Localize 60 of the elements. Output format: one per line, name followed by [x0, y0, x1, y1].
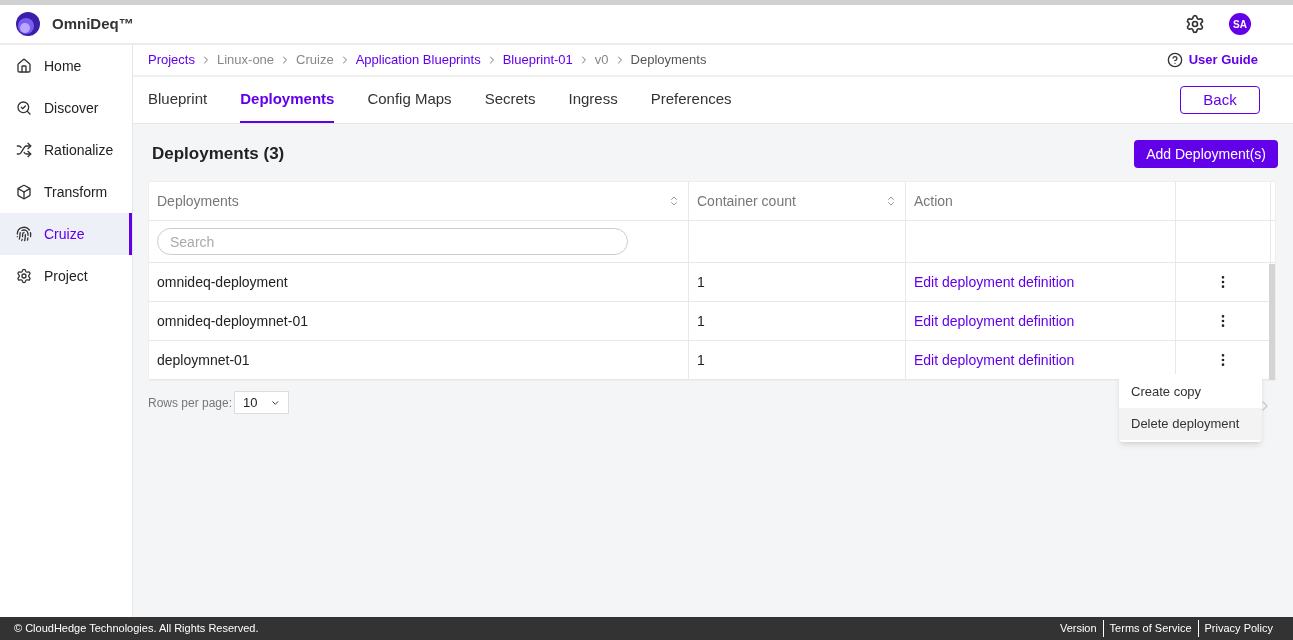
- help-icon: [1166, 52, 1183, 68]
- footer-link[interactable]: Privacy Policy: [1197, 620, 1279, 637]
- settings-icon[interactable]: [1185, 14, 1205, 34]
- gear-icon: [16, 268, 32, 284]
- menu-item[interactable]: Create copy: [1119, 376, 1262, 408]
- sidebar-item[interactable]: Project: [0, 255, 132, 297]
- rows-per-page-label: Rows per page:: [148, 394, 233, 412]
- breadcrumb-link[interactable]: Projects: [148, 50, 195, 70]
- home-icon: [16, 58, 32, 74]
- back-button[interactable]: Back: [1180, 86, 1260, 114]
- add-deployment-button[interactable]: Add Deployment(s): [1134, 140, 1278, 168]
- table-cell-text: 1: [697, 350, 705, 370]
- breadcrumb-link[interactable]: Application Blueprints: [355, 50, 481, 70]
- section-title: Deployments (3): [152, 143, 285, 166]
- tab[interactable]: Preferences: [650, 77, 732, 123]
- table-cell-text: deploymnet-01: [157, 350, 250, 370]
- rows-per-page-select[interactable]: 10: [234, 391, 290, 414]
- user-guide-link[interactable]: User Guide: [1188, 50, 1258, 70]
- breadcrumb-link[interactable]: Blueprint-01: [502, 50, 573, 70]
- fingerprint-icon: [16, 226, 32, 242]
- brand-name: OmniDeq™: [52, 13, 134, 34]
- column-header[interactable]: Container count: [689, 182, 906, 220]
- sort-icon[interactable]: [885, 195, 897, 207]
- table-cell-text: 1: [697, 311, 705, 331]
- footer-link[interactable]: Terms of Service: [1102, 620, 1198, 637]
- shuffle-icon: [16, 142, 32, 158]
- search-field[interactable]: Search: [157, 228, 628, 255]
- cube-icon: [16, 184, 32, 200]
- column-title: Container count: [697, 191, 796, 211]
- breadcrumb-item: Linux-one: [216, 51, 275, 70]
- column-header[interactable]: Deployments: [149, 182, 689, 220]
- footer-link[interactable]: Version: [1053, 620, 1103, 637]
- tab[interactable]: Deployments: [240, 77, 335, 123]
- sort-icon[interactable]: [668, 195, 680, 207]
- tab[interactable]: Ingress: [568, 77, 618, 123]
- edit-link[interactable]: Edit deployment definition: [914, 349, 1075, 371]
- breadcrumb-item: v0: [594, 51, 609, 70]
- sidebar-item[interactable]: Cruize: [0, 213, 132, 255]
- sidebar-item[interactable]: Home: [0, 45, 132, 87]
- avatar[interactable]: SA: [1229, 13, 1251, 35]
- magnifier-icon: [16, 100, 32, 116]
- tab[interactable]: Config Maps: [367, 77, 452, 123]
- tab[interactable]: Blueprint: [148, 77, 208, 123]
- breadcrumb-item: Cruize: [296, 51, 334, 70]
- sidebar-item[interactable]: Discover: [0, 87, 132, 129]
- edit-link[interactable]: Edit deployment definition: [914, 310, 1075, 332]
- table-cell-text: 1: [697, 272, 705, 292]
- copyright-text: © CloudHedge Technologies. All Rights Reserved.: [14, 621, 259, 637]
- edit-link[interactable]: Edit deployment definition: [914, 271, 1075, 293]
- tab[interactable]: Secrets: [484, 77, 536, 123]
- breadcrumb-item: Deployments: [630, 51, 707, 70]
- logo-icon: [16, 12, 40, 36]
- menu-item[interactable]: Delete deployment: [1119, 408, 1262, 440]
- column-title: Deployments: [157, 191, 239, 211]
- column-title: Action: [914, 191, 953, 211]
- table-cell-text: omnideq-deploymnet-01: [157, 311, 308, 331]
- sidebar-item[interactable]: Transform: [0, 171, 132, 213]
- sidebar-item[interactable]: Rationalize: [0, 129, 132, 171]
- table-cell-text: omnideq-deployment: [157, 272, 288, 292]
- column-header[interactable]: Action: [906, 182, 1176, 220]
